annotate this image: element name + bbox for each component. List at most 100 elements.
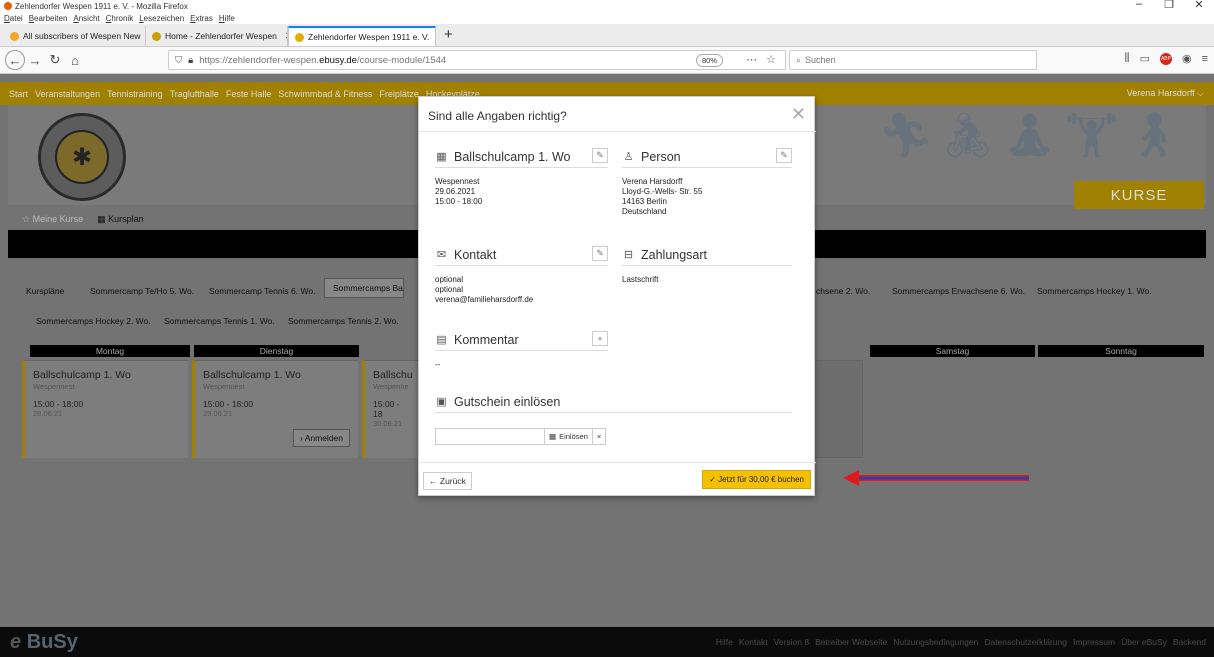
footer-link[interactable]: Über eBuSy [1121,637,1167,647]
footer-link[interactable]: Datenschutzerklärung [984,637,1067,647]
card-time: 15:00 - 18:00 [203,399,254,409]
search-field[interactable]: ⌕ Suchen [789,50,1037,70]
book-now-button[interactable]: ✓ Jetzt für 30,00 € buchen [702,470,811,489]
navigation-toolbar: ← → ↻ ⌂ ⛉ 🔒︎ https://zehlendorfer-wespen… [0,47,1214,74]
course-tab[interactable]: Sommercamps Hockey 2. Wo. [36,316,151,326]
course-tab[interactable]: Sommercamp Te/Ho 5. Wo. [90,286,194,296]
card-place: Wespennest [203,382,245,391]
close-window-button[interactable]: ✕ [1184,0,1214,11]
menu-hamburger-icon[interactable]: ≡ [1202,53,1208,65]
url-bar[interactable]: ⛉ 🔒︎ https://zehlendorfer-wespen.ebusy.d… [168,50,786,70]
footer-link[interactable]: Version 8 [774,637,809,647]
tab-label: Home - Zehlendorfer Wespen [165,31,277,41]
contact-line: optional [435,285,464,294]
course-card[interactable]: Ballschulcamp 1. Wo Wespennest 15:00 - 1… [192,360,358,458]
restore-button[interactable]: ❐ [1154,0,1184,11]
back-button[interactable]: ← [5,50,25,70]
minimize-button[interactable]: – [1124,0,1154,11]
edit-pencil-icon[interactable]: ✎ [592,148,608,163]
course-tab[interactable]: Sommercamps Hockey 1. Wo. [1037,286,1152,296]
redeem-voucher-button[interactable]: ▦ Einlösen [545,428,593,445]
browser-tab-home[interactable]: Home - Zehlendorfer Wespen ✕ [146,26,288,46]
page-actions[interactable]: ⋯ ☆ [746,53,779,66]
extension-icon[interactable]: ◉ [1182,52,1192,65]
nav-traglufthalle[interactable]: Traglufthalle [170,89,219,99]
add-comment-icon[interactable]: + [592,331,608,346]
course-tab[interactable]: Kurspläne [26,286,64,296]
footer-link[interactable]: Hilfe [716,637,733,647]
menu-extras[interactable]: Extras [190,14,213,23]
calendar-icon: ▦ [436,151,447,163]
sports-illustration: 🏃︎🚴︎🧘︎🏋︎🚶︎ [878,111,1188,160]
menu-lesezeichen[interactable]: Lesezeichen [139,14,184,23]
my-courses-link[interactable]: ☆ Meine Kurse [22,214,83,225]
person-line: Verena Harsdorff [622,177,683,186]
nav-schwimmbad[interactable]: Schwimmbad & Fitness [278,89,372,99]
card-title: Ballschu [373,369,413,381]
shield-icon: ⛉ [175,54,183,66]
footer-link[interactable]: Betreiber Webseite [815,637,887,647]
back-button[interactable]: ← Zurück [423,472,472,490]
menu-datei[interactable]: Datei [4,14,23,23]
comment-value: -- [435,360,441,369]
course-tab[interactable]: Sommercamp Tennis 6. Wo. [209,286,315,296]
sidebar-icon[interactable]: ▭ [1140,52,1150,65]
nav-veranstaltungen[interactable]: Veranstaltungen [35,89,100,99]
library-icon[interactable]: ⫼ [1125,52,1130,65]
window-title: Zehlendorfer Wespen 1911 e. V. - Mozilla… [15,1,188,11]
voucher-icon: ▣ [436,396,447,408]
course-tab-active[interactable]: Sommercamps Ballschule [324,278,404,298]
footer-link[interactable]: Impressum [1073,637,1115,647]
close-icon[interactable]: ✕ [791,104,806,125]
schedule-link[interactable]: ▦ Kursplan [97,214,144,225]
course-card[interactable]: Ballschulcamp 1. Wo Wespennest 15:00 - 1… [22,360,188,458]
menu-hilfe[interactable]: Hilfe [219,14,235,23]
site-footer: e BuSy Hilfe Kontakt Version 8 Betreiber… [0,627,1214,657]
course-section: ▦ Ballschulcamp 1. Wo ✎ Wespennest 29.06… [435,146,608,207]
nav-tennistraining[interactable]: Tennistraining [107,89,163,99]
payment-method: Lastschrift [622,275,659,284]
footer-link[interactable]: Backend [1173,637,1206,647]
course-tab[interactable]: Sommercamps Tennis 1. Wo. [164,316,275,326]
course-heading: Ballschulcamp 1. Wo [454,149,571,164]
edit-pencil-icon[interactable]: ✎ [592,246,608,261]
course-tab[interactable]: Sommercamps Tennis 2. Wo. [288,316,399,326]
forward-button[interactable]: → [25,50,45,70]
footer-link[interactable]: Nutzungsbedingungen [893,637,978,647]
menu-ansicht[interactable]: Ansicht [73,14,99,23]
course-tab[interactable]: Sommercamps Erwachsene 6. Wo. [892,286,1025,296]
annotation-arrow [843,470,1029,486]
edit-pencil-icon[interactable]: ✎ [776,148,792,163]
browser-tab-subscribers[interactable]: All subscribers of Wespen New ✕ [4,26,146,46]
menu-chronik[interactable]: Chronik [106,14,134,23]
course-card[interactable]: Ballschu Wespenne 15:00 - 18 30.06.21 [362,360,418,458]
browser-tab-active[interactable]: Zehlendorfer Wespen 1911 e. V. ✕ [288,26,436,46]
course-line: 15:00 - 18:00 [435,197,483,206]
card-title: Ballschulcamp 1. Wo [203,369,301,381]
user-menu[interactable]: Verena Harsdorff ⌵ [1127,88,1204,99]
zoom-badge[interactable]: 80% [695,54,723,67]
card-time: 15:00 - 18:00 [33,399,84,409]
firefox-icon [4,2,12,10]
adblock-icon[interactable]: ABP [1159,52,1172,65]
register-button[interactable]: › Anmelden [292,429,350,447]
menu-bearbeiten[interactable]: Bearbeiten [29,14,68,23]
wallet-icon: ⊟ [623,249,634,261]
person-section: ♙ Person ✎ Verena Harsdorff Lloyd-G.-Wel… [622,146,792,217]
footer-link[interactable]: Kontakt [739,637,768,647]
day-header: Sonntag [1038,345,1204,357]
lock-icon: 🔒︎ [188,54,194,66]
voucher-code-input[interactable] [435,428,545,445]
nav-feste-halle[interactable]: Feste Halle [226,89,272,99]
new-tab-button[interactable]: + [436,26,461,46]
nav-freiplaetze[interactable]: Freiplätze [379,89,419,99]
reload-button[interactable]: ↻ [45,50,65,70]
nav-start[interactable]: Start [9,89,28,99]
tab-label: Zehlendorfer Wespen 1911 e. V. [308,32,430,42]
card-place: Wespenne [373,382,409,391]
home-button[interactable]: ⌂ [65,50,85,70]
course-tab[interactable]: chsene 2. Wo. [816,286,870,296]
contact-line: verena@familieharsdorff.de [435,295,534,304]
clear-voucher-button[interactable]: × [592,428,607,445]
voucher-heading: Gutschein einlösen [454,394,561,409]
